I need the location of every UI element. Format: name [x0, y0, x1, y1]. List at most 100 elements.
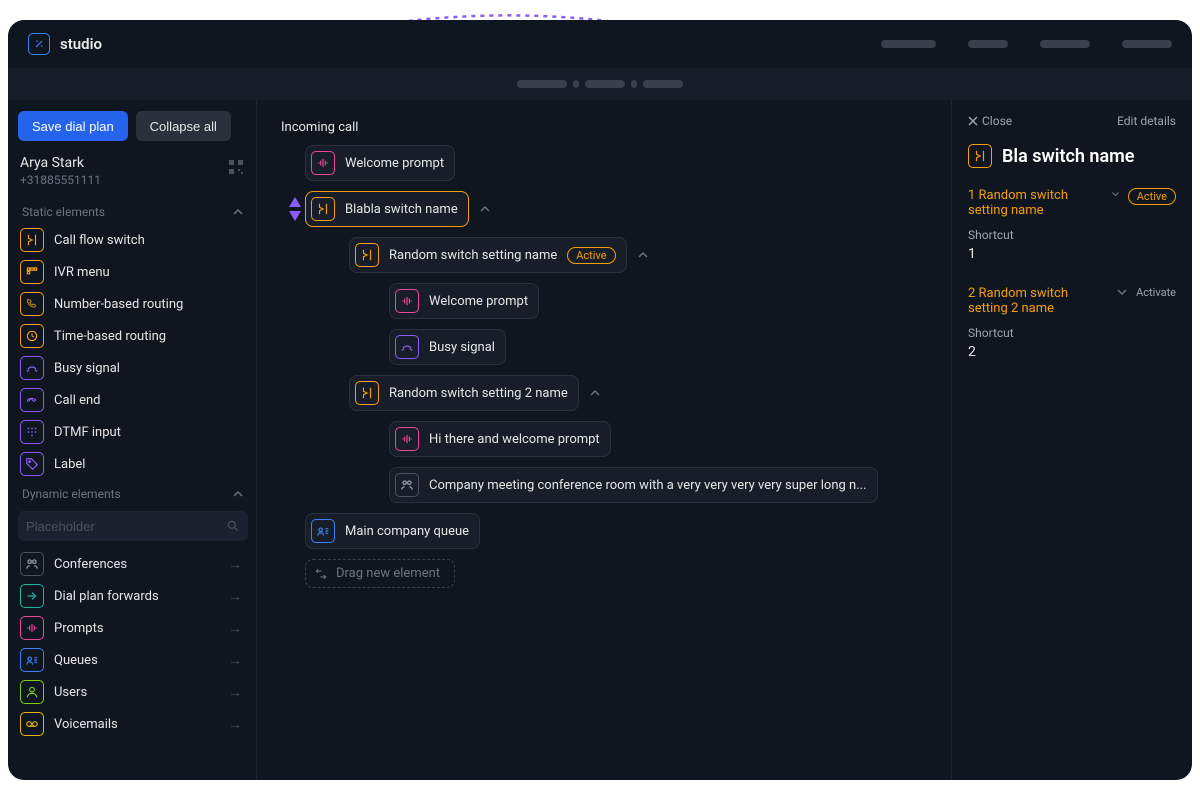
- sidebar-item-dialplan-forwards[interactable]: Dial plan forwards →: [18, 581, 248, 611]
- sidebar-item-users[interactable]: Users →: [18, 677, 248, 707]
- tag-icon: [20, 452, 44, 476]
- sidebar-item-label: Queues: [54, 653, 218, 668]
- tree-node[interactable]: Welcome prompt: [389, 283, 927, 319]
- sidebar-item-call-end[interactable]: Call end: [18, 385, 248, 415]
- tree-node[interactable]: Random switch setting name Active: [349, 237, 927, 273]
- app-shell: studio Save dial plan Collapse all Arya …: [8, 20, 1192, 780]
- drop-zone-row[interactable]: Drag new element: [305, 559, 927, 588]
- details-title: Bla switch name: [1002, 146, 1134, 167]
- tree-node-selected[interactable]: Blabla switch name: [305, 191, 927, 227]
- menu-icon: [20, 260, 44, 284]
- sidebar-item-label: Label: [54, 457, 242, 472]
- shortcut-value: 2: [968, 344, 1176, 360]
- close-icon: [968, 116, 978, 126]
- user-block: Arya Stark +31885551111: [20, 155, 248, 187]
- sidebar-item-label: DTMF input: [54, 425, 242, 440]
- activate-link[interactable]: Activate: [1136, 286, 1176, 299]
- canvas[interactable]: Incoming call Welcome prompt Blabla swit…: [256, 100, 952, 780]
- root-node: Incoming call: [281, 120, 927, 135]
- sidebar-item-voicemails[interactable]: Voicemails →: [18, 709, 248, 739]
- switch-icon: [355, 243, 379, 267]
- brand[interactable]: studio: [28, 33, 102, 55]
- node-label: Main company queue: [345, 524, 469, 539]
- drop-label: Drag new element: [336, 566, 440, 581]
- tree-node[interactable]: Welcome prompt: [305, 145, 927, 181]
- reorder-handle[interactable]: [287, 197, 303, 221]
- node-label: Blabla switch name: [345, 202, 458, 217]
- setting-name: 2 Random switch setting 2 name: [968, 286, 1108, 316]
- switch-icon: [968, 144, 992, 168]
- details-panel: Close Edit details Bla switch name 1 Ran…: [952, 100, 1192, 780]
- search-box[interactable]: [18, 511, 248, 541]
- collapse-all-button[interactable]: Collapse all: [136, 111, 231, 141]
- tree-node[interactable]: Main company queue: [305, 513, 927, 549]
- chevron-up-icon[interactable]: [589, 387, 601, 399]
- node-label: Welcome prompt: [429, 294, 528, 309]
- sidebar-item-busy-signal[interactable]: Busy signal: [18, 353, 248, 383]
- chevron-up-icon[interactable]: [479, 203, 491, 215]
- sidebar-item-dtmf-input[interactable]: DTMF input: [18, 417, 248, 447]
- tree-node[interactable]: Hi there and welcome prompt: [389, 421, 927, 457]
- node-label: Busy signal: [429, 340, 495, 355]
- setting-block: 2 Random switch setting 2 name Activate …: [968, 286, 1176, 360]
- arrow-right-icon: →: [228, 556, 242, 573]
- chevron-up-icon: [232, 488, 244, 500]
- chevron-up-icon[interactable]: [637, 249, 649, 261]
- drop-zone: Drag new element: [305, 559, 455, 588]
- dynamic-elements-header[interactable]: Dynamic elements: [18, 481, 248, 505]
- chevron-down-icon[interactable]: [1116, 286, 1128, 298]
- section-label: Static elements: [22, 205, 105, 219]
- switch-icon: [311, 197, 335, 221]
- details-title-row: Bla switch name: [968, 144, 1176, 168]
- sidebar-item-ivr-menu[interactable]: IVR menu: [18, 257, 248, 287]
- breadcrumb-placeholder: [585, 80, 625, 88]
- sidebar-item-label: Conferences: [54, 557, 218, 572]
- node-label: Hi there and welcome prompt: [429, 432, 600, 447]
- save-button[interactable]: Save dial plan: [18, 111, 128, 141]
- setting-header[interactable]: 2 Random switch setting 2 name Activate: [968, 286, 1176, 316]
- root-label: Incoming call: [281, 120, 358, 135]
- breadcrumb-placeholder: [643, 80, 683, 88]
- sidebar-item-label: IVR menu: [54, 265, 242, 280]
- topnav-link-placeholder[interactable]: [1122, 40, 1172, 48]
- search-input[interactable]: [26, 519, 226, 534]
- sidebar-item-prompts[interactable]: Prompts →: [18, 613, 248, 643]
- audio-icon: [395, 289, 419, 313]
- search-icon: [226, 519, 240, 533]
- clock-icon: [20, 324, 44, 348]
- sidebar-item-label-element[interactable]: Label: [18, 449, 248, 479]
- topnav-link-placeholder[interactable]: [881, 40, 936, 48]
- tree-node[interactable]: Busy signal: [389, 329, 927, 365]
- node-label: Company meeting conference room with a v…: [429, 478, 867, 493]
- audio-icon: [395, 427, 419, 451]
- sidebar-item-call-flow-switch[interactable]: Call flow switch: [18, 225, 248, 255]
- topnav-link-placeholder[interactable]: [1040, 40, 1090, 48]
- sidebar-item-conferences[interactable]: Conferences →: [18, 549, 248, 579]
- sidebar-item-label: Users: [54, 685, 218, 700]
- sidebar-item-time-routing[interactable]: Time-based routing: [18, 321, 248, 351]
- static-elements-header[interactable]: Static elements: [18, 199, 248, 223]
- switch-icon: [355, 381, 379, 405]
- chevron-down-icon[interactable]: [1111, 188, 1120, 200]
- sidebar-item-label: Dial plan forwards: [54, 589, 218, 604]
- sidebar-item-label: Prompts: [54, 621, 218, 636]
- qr-icon[interactable]: [228, 159, 244, 175]
- sidebar-item-number-routing[interactable]: Number-based routing: [18, 289, 248, 319]
- tree-node[interactable]: Company meeting conference room with a v…: [389, 467, 927, 503]
- breadcrumb-sep: [631, 80, 637, 88]
- arrow-right-icon: →: [228, 716, 242, 733]
- shortcut-value: 1: [968, 246, 1176, 262]
- sidebar: Save dial plan Collapse all Arya Stark +…: [8, 100, 256, 780]
- arrow-right-icon: →: [228, 620, 242, 637]
- switch-icon: [20, 228, 44, 252]
- sidebar-item-label: Call end: [54, 393, 242, 408]
- setting-header[interactable]: 1 Random switch setting name Active: [968, 188, 1176, 218]
- tree-node[interactable]: Random switch setting 2 name: [349, 375, 927, 411]
- conference-icon: [20, 552, 44, 576]
- conference-icon: [395, 473, 419, 497]
- user-name: Arya Stark: [20, 155, 248, 171]
- sidebar-item-queues[interactable]: Queues →: [18, 645, 248, 675]
- edit-details-link[interactable]: Edit details: [1117, 114, 1176, 128]
- close-button[interactable]: Close: [968, 114, 1012, 128]
- topnav-link-placeholder[interactable]: [968, 40, 1008, 48]
